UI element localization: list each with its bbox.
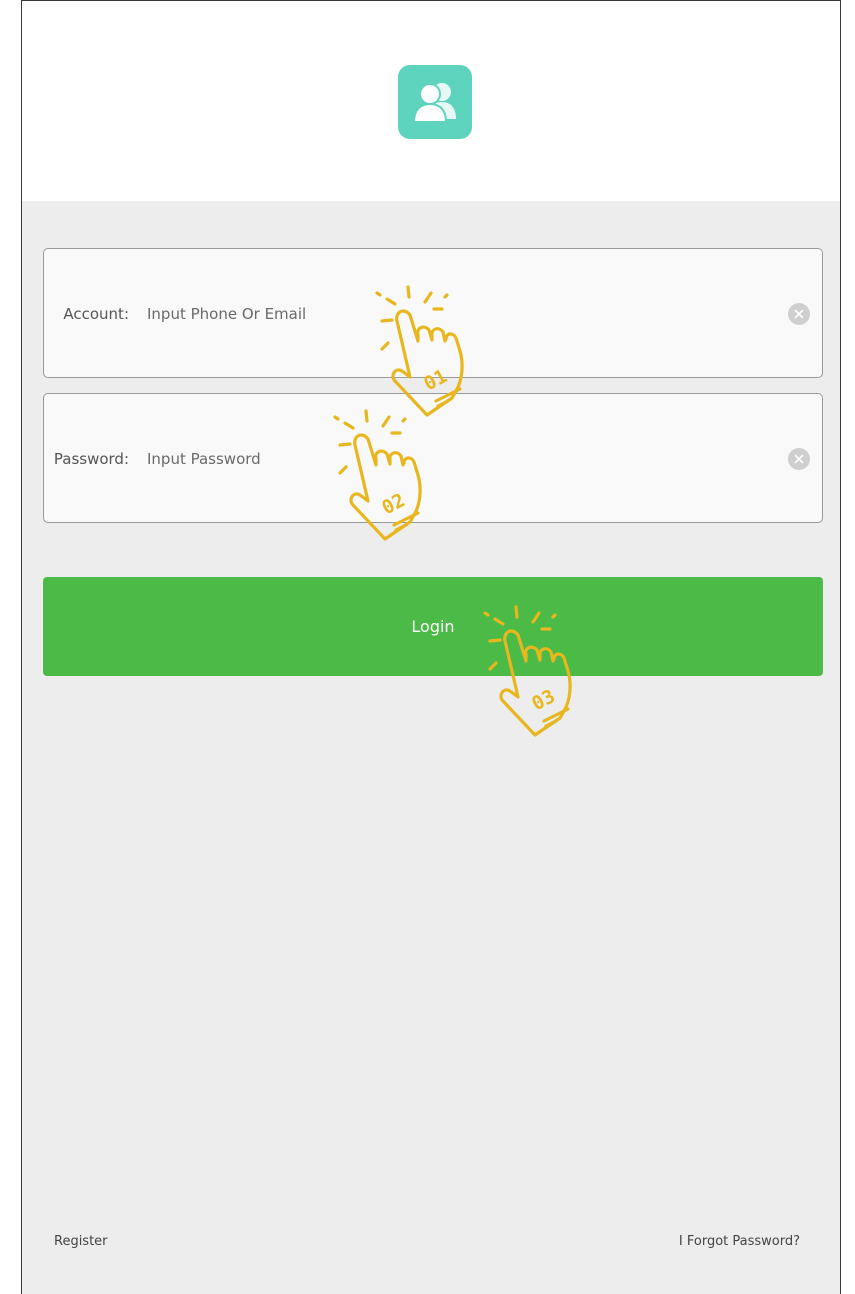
users-icon: [398, 65, 472, 139]
login-button[interactable]: Login: [43, 577, 823, 676]
clear-circle-icon[interactable]: [788, 448, 810, 470]
forgot-password-link[interactable]: I Forgot Password?: [679, 1234, 800, 1249]
password-label: Password:: [53, 450, 129, 468]
clear-circle-icon[interactable]: [788, 303, 810, 325]
register-link[interactable]: Register: [54, 1234, 108, 1249]
account-label: Account:: [63, 305, 129, 323]
password-input[interactable]: [147, 448, 767, 470]
account-input[interactable]: [147, 303, 767, 325]
device-frame: Account: Password: Login Register I Forg…: [21, 0, 841, 1294]
password-field: Password:: [43, 393, 823, 523]
login-page: Account: Password: Login Register I Forg…: [0, 0, 855, 1294]
account-field: Account:: [43, 248, 823, 378]
header: [22, 1, 840, 201]
